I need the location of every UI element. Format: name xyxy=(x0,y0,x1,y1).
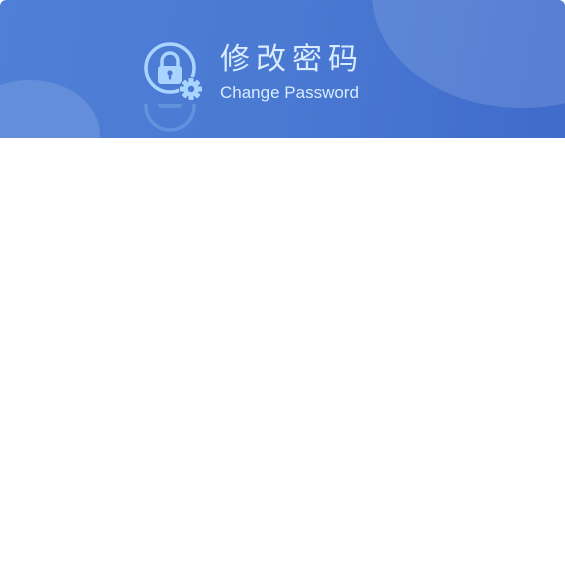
header-decoration-circle-right xyxy=(372,0,565,108)
header-decoration-circle-left xyxy=(0,80,100,138)
dialog-title-english: Change Password xyxy=(220,83,359,102)
dialog-title-chinese: 修改密码 xyxy=(220,42,364,77)
dialog-body xyxy=(0,138,565,562)
dialog-header: 修改密码 Change Password xyxy=(0,0,565,138)
lock-gear-icon xyxy=(142,40,208,106)
lock-gear-icon-reflection xyxy=(142,104,208,134)
change-password-dialog: 修改密码 Change Password xyxy=(0,0,565,562)
